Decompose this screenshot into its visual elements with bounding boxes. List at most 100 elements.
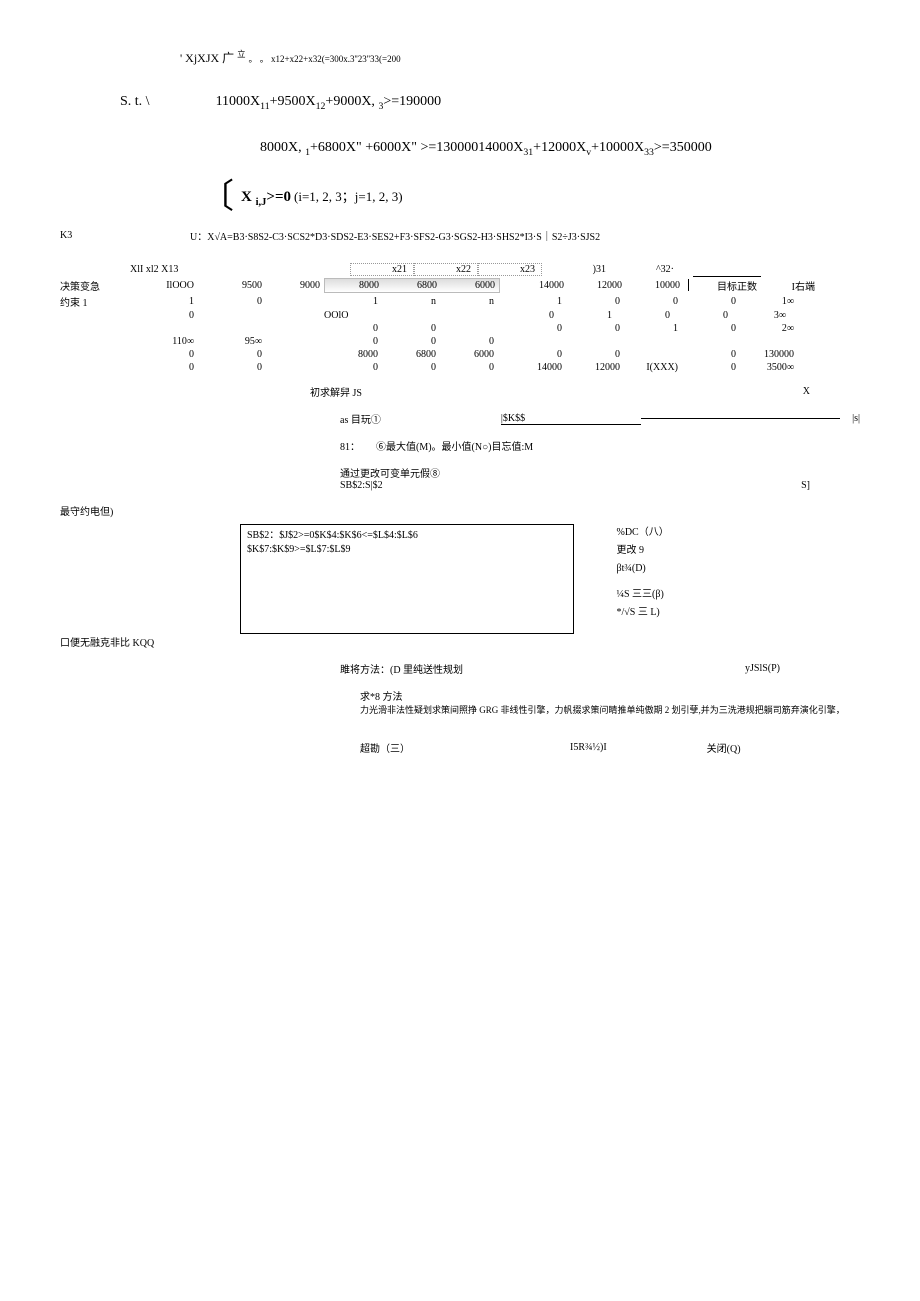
c-r2-8: 0 (624, 295, 682, 308)
c-r3-7: 1 (558, 309, 616, 322)
c-r1-6: 14000 (500, 279, 568, 292)
hdr-x11: XlI xl2 X13 (130, 264, 230, 275)
c-r2-5: n (440, 295, 498, 308)
c-r3-6: 0 (490, 309, 558, 322)
label-constraint1: 约束 1 (60, 294, 130, 309)
formula-1-prefix: ' XjXJX 广 (180, 51, 234, 65)
objective-label: as 目玩① (340, 411, 381, 426)
load-save-button[interactable]: */√S 三 L) (617, 604, 669, 622)
c-r3-10: 3∞ (732, 309, 790, 322)
c-r6-6: 0 (498, 348, 566, 361)
label-objfn: 目标正数 (693, 276, 761, 294)
c-r7-7: 12000 (566, 361, 624, 374)
formula-line-4: 〔 X i,J>=0 (i=1, 2, 3；j=1, 2, 3) (200, 186, 860, 208)
delete-button[interactable]: βt¾(D) (617, 560, 669, 578)
solve-method-label: 求*8 方法 (360, 688, 403, 703)
c-r5-1: 95∞ (198, 335, 266, 348)
c-r2-10: 1∞ (740, 295, 798, 308)
hdr-j31: )31 (542, 263, 610, 276)
hdr-x22: x22 (414, 263, 478, 276)
data-table: XlI xl2 X13 x21 x22 x23 )31 ^32· 决策变急 Il… (60, 263, 860, 374)
change-cells-label: 通过更改可变单元假⑧ (340, 465, 440, 480)
add-button[interactable]: %DC（八） (617, 524, 669, 542)
c-r1-0: IlOOO (130, 279, 198, 292)
c-r5-0: 110∞ (130, 335, 198, 348)
c-r4-7: 0 (566, 322, 624, 335)
c-r6-0: 0 (130, 348, 198, 361)
c-r5-3: 0 (324, 335, 382, 348)
constraint-line-2: $K$7:$K$9>=$L$7:$L$9 (247, 543, 567, 557)
solve-button[interactable]: I5R¾½)I (570, 742, 607, 753)
solver-dialog: 初求解舁 JS X as 目玩① |$K$$ |s| 81： ⑥最大值(M)。最… (60, 384, 860, 755)
c-r2-9: 0 (682, 295, 740, 308)
formula-bar: K3 U：X√A=B3·S8S2-C3·SCS2*D3·SDS2-E3·SES2… (60, 228, 860, 243)
brace-icon: 〔 (200, 188, 234, 208)
c-r6-9: 0 (682, 348, 740, 361)
constraint-line-1: SB$2：$J$2>=0$K$4:$K$6<=$L$4:$L$6 (247, 529, 567, 543)
c-r3-0: 0 (130, 309, 198, 322)
reset-button[interactable]: ¼S 三三(β) (617, 586, 669, 604)
range-picker-button-2[interactable]: S] (801, 480, 810, 491)
help-button[interactable]: 超勘（三） (360, 740, 410, 755)
range-picker-button-1[interactable]: |s| (840, 413, 860, 424)
c-r3-1 (198, 315, 266, 317)
c-r1-7: 12000 (568, 279, 626, 292)
c-r1-2: 9000 (266, 279, 324, 292)
label-decision: 决策变急 (60, 278, 130, 293)
c-r2-6: 1 (498, 295, 566, 308)
c-r2-1: 0 (198, 295, 266, 308)
c-r6-1: 0 (198, 348, 266, 361)
c-r4-9: 0 (682, 322, 740, 335)
c-r4-10: 2∞ (740, 322, 798, 335)
c-r4-4: 0 (382, 322, 440, 335)
c-r7-1: 0 (198, 361, 266, 374)
formula-content: U：X√A=B3·S8S2-C3·SCS2*D3·SDS2-E3·SES2+F3… (190, 228, 600, 243)
c-r4-8: 1 (624, 322, 682, 335)
nonneg-range: (i=1, 2, 3；j=1, 2, 3) (294, 189, 403, 204)
c-r6-5: 6000 (440, 348, 498, 361)
method-label: 雎将方法：(D 里纯送性规划 (340, 661, 463, 676)
c-r7-4: 0 (382, 361, 440, 374)
solve-method-desc: 力光滑非法性疑划求策间照挣 GRG 非线性引擎，力帆掇求策问睛推单纯傲期 2 划… (360, 703, 845, 716)
formula-line-3: 8000X, 1+6800X" +6000X" >=13000014000X31… (260, 140, 860, 158)
c-r1-8: 10000 (626, 279, 684, 292)
c-r7-9: 0 (682, 361, 740, 374)
c-r3-2: OOlO (324, 310, 374, 321)
nonneg-var: X i,J>=0 (241, 189, 291, 205)
st-label: S. t. \ (120, 94, 150, 109)
hdr-x21: x21 (350, 263, 414, 276)
c-r6-3: 8000 (324, 348, 382, 361)
cell-ref: K3 (60, 230, 130, 241)
unconstrained-checkbox-label[interactable]: 口便无融克非比 KQQ (60, 634, 860, 649)
c-r2-4: n (382, 295, 440, 308)
c-r1-1: 9500 (198, 279, 266, 292)
c-r6-4: 6800 (382, 348, 440, 361)
c-r7-6: 14000 (498, 361, 566, 374)
c-r1-3: 8000 (325, 279, 383, 292)
label-rhs: I右端 (761, 277, 819, 294)
c-r5-4: 0 (382, 335, 440, 348)
change-button[interactable]: 更改 9 (617, 542, 669, 560)
close-button[interactable]: 关闭(Q) (707, 740, 741, 755)
constraint-1-text: 11000X11+9500X12+9000X, 3>=190000 (216, 94, 442, 109)
change-cells-field[interactable]: SB$2:S|$2 (340, 480, 383, 491)
constraints-listbox[interactable]: SB$2：$J$2>=0$K$4:$K$6<=$L$4:$L$6 $K$7:$K… (240, 524, 574, 634)
c-r1-4: 6800 (383, 279, 441, 292)
c-r7-0: 0 (130, 361, 198, 374)
c-r7-8: I(XXX) (624, 361, 682, 374)
c-r3-9: 0 (674, 309, 732, 322)
c-r2-0: 1 (130, 295, 198, 308)
c-r3-8: 0 (616, 309, 674, 322)
options-button[interactable]: yJSlS(P) (745, 663, 780, 674)
formula-line-2: S. t. \ 11000X11+9500X12+9000X, 3>=19000… (120, 94, 860, 112)
c-r7-10: 3500∞ (740, 361, 798, 374)
objective-field[interactable]: |$K$$ (501, 413, 641, 425)
eightyone-label: 81： (340, 438, 360, 453)
c-r2-2 (266, 301, 324, 303)
c-r5-5: 0 (440, 335, 498, 348)
close-icon[interactable]: X (803, 386, 810, 397)
hdr-x32: ^32· (610, 263, 678, 276)
formula-line-1: ' XjXJX 广 立 。 。 x12+x22+x32(=300x.3''23'… (180, 48, 860, 66)
c-r6-10: 130000 (740, 348, 798, 361)
c-r1-5: 6000 (441, 279, 499, 292)
